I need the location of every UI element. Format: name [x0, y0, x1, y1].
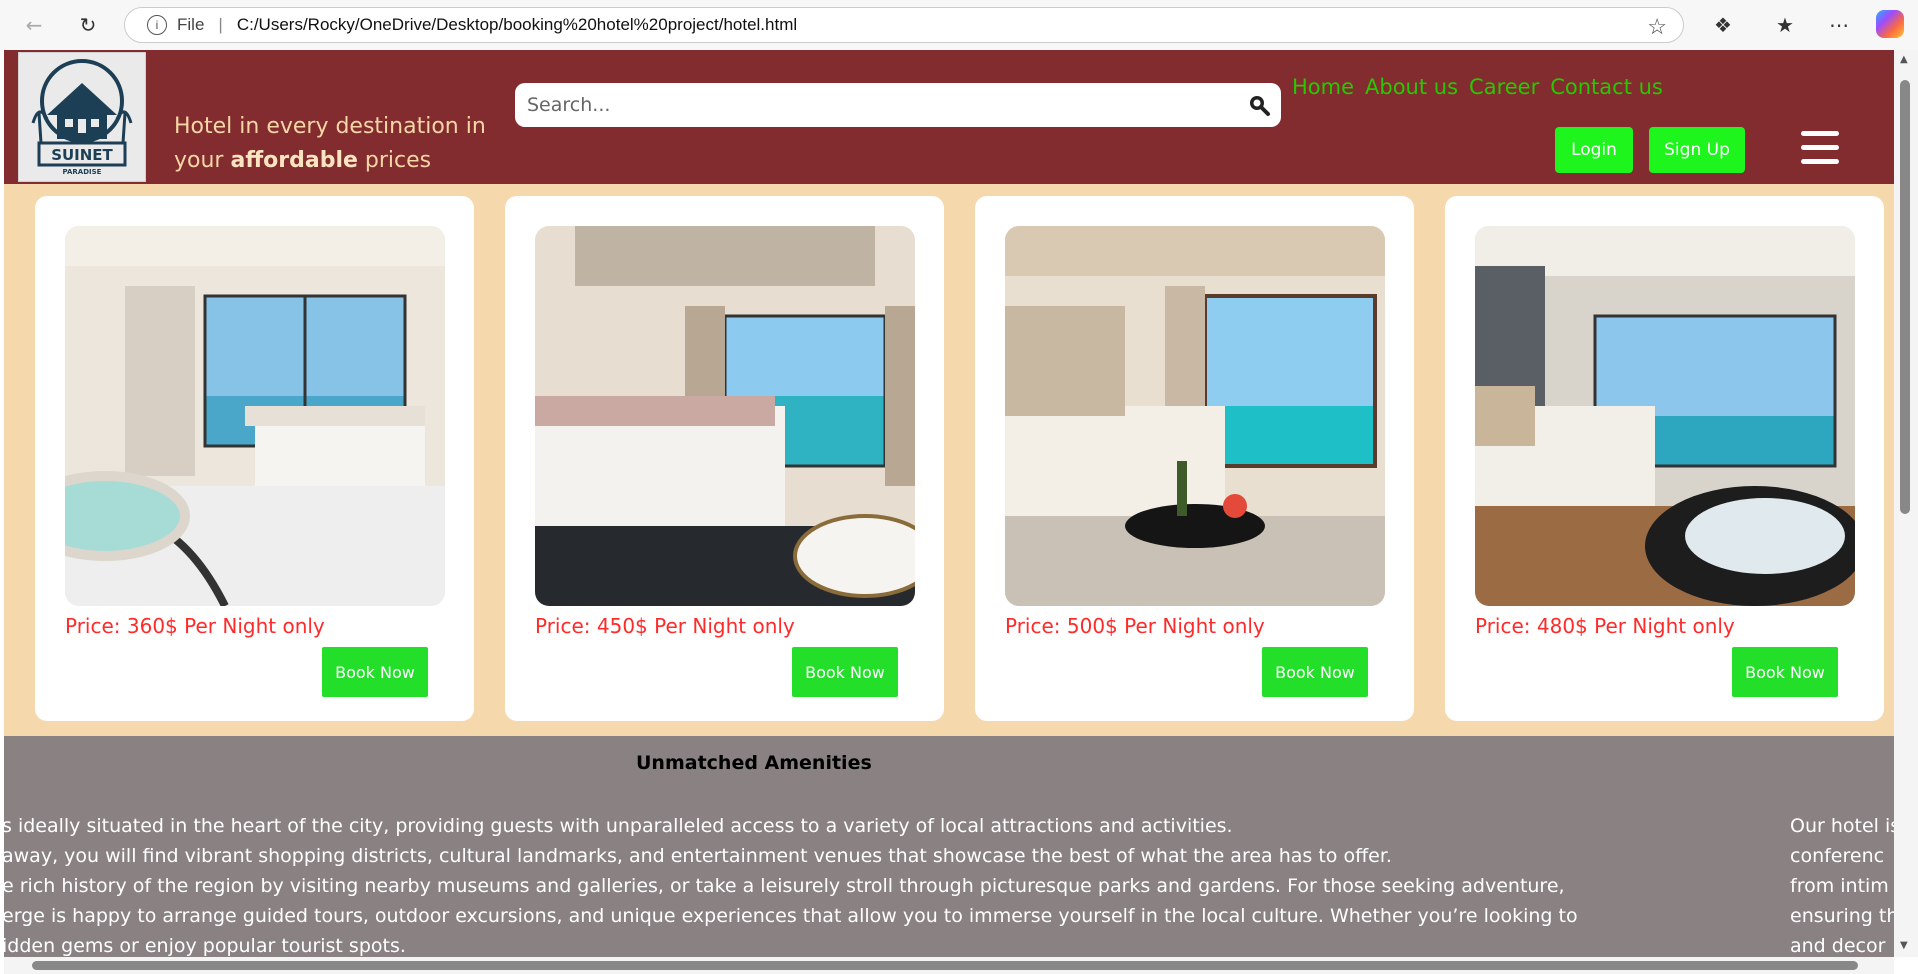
page-viewport: SUINET PARADISE Hotel in every destinati… — [4, 50, 1894, 957]
more-menu-icon[interactable]: ⋯ — [1825, 11, 1853, 39]
amenities-side-line: and decor — [1790, 935, 1886, 957]
book-now-button[interactable]: Book Now — [322, 647, 428, 697]
search-input[interactable] — [525, 93, 1229, 117]
room-card: Price: 500$ Per Night only Book Now — [975, 196, 1414, 721]
room-price: Price: 500$ Per Night only — [1005, 614, 1265, 638]
vertical-scroll-thumb[interactable] — [1900, 80, 1910, 514]
room-price: Price: 480$ Per Night only — [1475, 614, 1735, 638]
book-now-button[interactable]: Book Now — [792, 647, 898, 697]
room-photo — [535, 226, 915, 606]
amenities-text: s ideally situated in the heart of the c… — [4, 811, 1722, 957]
amenities-line: e rich history of the region by visiting… — [4, 875, 1565, 897]
search-box[interactable] — [515, 83, 1281, 127]
url-separator: | — [218, 15, 223, 34]
amenities-title: Unmatched Amenities — [636, 752, 872, 774]
url-text[interactable]: C:/Users/Rocky/OneDrive/Desktop/booking%… — [237, 15, 797, 35]
svg-text:PARADISE: PARADISE — [63, 168, 102, 176]
scroll-down-arrow-icon[interactable]: ▼ — [1900, 940, 1908, 951]
room-card: Price: 450$ Per Night only Book Now — [505, 196, 944, 721]
room-photo — [65, 226, 445, 606]
site-tagline: Hotel in every destination in your affor… — [174, 114, 486, 173]
protocol-label: File — [177, 15, 205, 34]
nav-home-link[interactable]: Home — [1292, 75, 1354, 99]
room-card: Price: 360$ Per Night only Book Now — [35, 196, 474, 721]
nav-career-link[interactable]: Career — [1469, 75, 1539, 99]
favorites-icon[interactable]: ★ — [1771, 11, 1799, 39]
amenities-line: erge is happy to arrange guided tours, o… — [4, 905, 1578, 927]
reload-icon[interactable]: ↻ — [74, 11, 102, 39]
vertical-scrollbar[interactable]: ▲ ▼ — [1894, 50, 1918, 957]
info-icon[interactable]: i — [147, 15, 167, 35]
amenities-side-text: Our hotel is conferenc from intim ensuri… — [1790, 811, 1894, 957]
room-price: Price: 450$ Per Night only — [535, 614, 795, 638]
amenities-side-line: Our hotel is — [1790, 815, 1894, 837]
nav-contact-link[interactable]: Contact us — [1550, 75, 1663, 99]
login-button[interactable]: Login — [1555, 127, 1633, 173]
hamburger-menu-icon[interactable] — [1801, 131, 1839, 165]
room-cards: Price: 360$ Per Night only Book Now Pric… — [4, 196, 1894, 721]
hotel-logo[interactable]: SUINET PARADISE — [18, 52, 146, 182]
site-header: SUINET PARADISE Hotel in every destinati… — [4, 50, 1894, 184]
book-now-button[interactable]: Book Now — [1732, 647, 1838, 697]
amenities-section: Unmatched Amenities s ideally situated i… — [4, 736, 1894, 957]
book-now-button[interactable]: Book Now — [1262, 647, 1368, 697]
amenities-side-line: from intim — [1790, 875, 1889, 897]
svg-text:SUINET: SUINET — [51, 146, 113, 164]
extensions-icon[interactable]: ❖ — [1709, 11, 1737, 39]
room-price: Price: 360$ Per Night only — [65, 614, 325, 638]
signup-button[interactable]: Sign Up — [1649, 127, 1745, 173]
scroll-up-arrow-icon[interactable]: ▲ — [1900, 54, 1908, 65]
amenities-line: s ideally situated in the heart of the c… — [4, 815, 1233, 837]
nav-about-link[interactable]: About us — [1365, 75, 1458, 99]
room-card: Price: 480$ Per Night only Book Now — [1445, 196, 1884, 721]
main-nav: Home About us Career Contact us — [1292, 75, 1663, 99]
favorite-star-icon[interactable]: ☆ — [1647, 14, 1667, 40]
browser-toolbar: ← ↻ i File | C:/Users/Rocky/OneDrive/Des… — [0, 0, 1918, 50]
search-icon[interactable] — [1247, 93, 1271, 117]
horizontal-scrollbar[interactable] — [4, 957, 1894, 974]
amenities-side-line: ensuring th — [1790, 905, 1894, 927]
room-photo — [1475, 226, 1855, 606]
amenities-line: idden gems or enjoy popular tourist spot… — [4, 935, 406, 957]
amenities-side-line: conferenc — [1790, 845, 1885, 867]
amenities-line: away, you will find vibrant shopping dis… — [4, 845, 1392, 867]
back-arrow-icon[interactable]: ← — [20, 11, 48, 39]
room-photo — [1005, 226, 1385, 606]
address-bar[interactable]: i File | C:/Users/Rocky/OneDrive/Desktop… — [124, 7, 1684, 43]
copilot-icon[interactable] — [1876, 10, 1904, 38]
horizontal-scroll-thumb[interactable] — [32, 961, 1858, 970]
